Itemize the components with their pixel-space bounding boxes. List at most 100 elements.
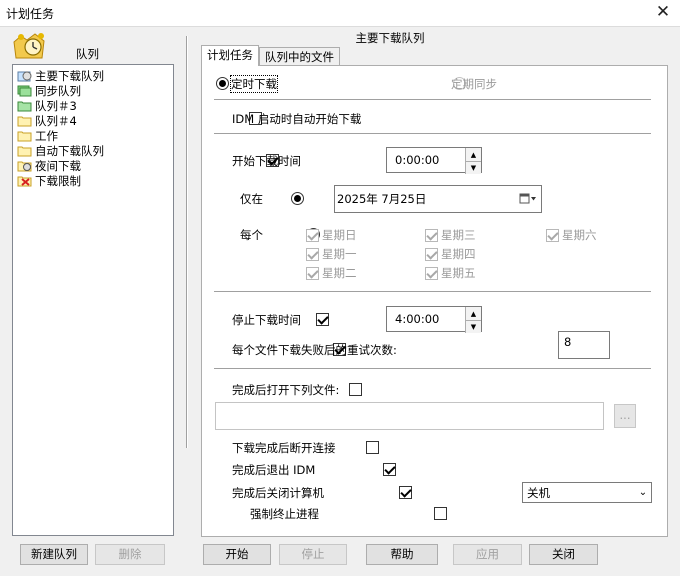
start-once-label: 定时下载 bbox=[230, 75, 278, 93]
start-once-radio[interactable] bbox=[216, 77, 229, 90]
folder-icon bbox=[17, 101, 32, 112]
divider bbox=[214, 368, 651, 369]
day-label: 星期六 bbox=[562, 228, 597, 242]
exit-idm-label: 完成后退出 IDM bbox=[232, 463, 316, 477]
date-picker[interactable]: 2025年 7月25日 bbox=[334, 185, 542, 213]
stop-time-field[interactable]: 4:00:00 ▲ ▼ bbox=[386, 306, 482, 333]
calendar-dropdown-icon[interactable] bbox=[519, 193, 537, 205]
day-label: 星期二 bbox=[322, 266, 357, 280]
queue-item-sync[interactable]: 同步队列 bbox=[17, 83, 81, 98]
queue-item-label: 夜间下载 bbox=[35, 158, 81, 173]
divider bbox=[214, 291, 651, 292]
day-checkbox[interactable] bbox=[306, 228, 319, 242]
day-sunday[interactable]: 星期日 bbox=[306, 227, 357, 243]
day-checkbox[interactable] bbox=[425, 228, 438, 242]
queue-clock-icon bbox=[13, 33, 45, 59]
force-terminate-checkbox[interactable] bbox=[433, 507, 447, 520]
queue-item-label: 同步队列 bbox=[35, 83, 81, 98]
only-on-label: 仅在 bbox=[240, 192, 263, 206]
start-time-label: 开始下载时间 bbox=[232, 154, 301, 168]
apply-button[interactable]: 应用 bbox=[453, 544, 522, 565]
exit-idm-checkbox[interactable] bbox=[382, 463, 396, 476]
day-checkbox[interactable] bbox=[306, 247, 319, 261]
queue-item-night[interactable]: 夜间下载 bbox=[17, 158, 81, 173]
start-time-field[interactable]: 0:00:00 ▲ ▼ bbox=[386, 147, 482, 174]
start-time-spinner[interactable]: ▲ ▼ bbox=[465, 148, 481, 174]
day-checkbox[interactable] bbox=[425, 247, 438, 261]
queue-item-main[interactable]: 主要下载队列 bbox=[17, 68, 104, 83]
folder-icon bbox=[17, 116, 32, 127]
day-label: 星期四 bbox=[441, 247, 476, 261]
day-saturday[interactable]: 星期六 bbox=[546, 227, 597, 243]
spin-down-icon[interactable]: ▼ bbox=[466, 161, 481, 174]
main-queue-icon bbox=[17, 71, 32, 82]
title-divider bbox=[0, 26, 680, 27]
folder-icon bbox=[17, 131, 32, 142]
shutdown-checkbox[interactable] bbox=[399, 486, 413, 499]
spin-up-icon[interactable]: ▲ bbox=[466, 307, 481, 320]
day-label: 星期三 bbox=[441, 228, 476, 242]
day-checkbox[interactable] bbox=[546, 228, 559, 242]
chevron-down-icon[interactable]: ⌄ bbox=[635, 487, 651, 498]
queue-item-4[interactable]: 队列＃4 bbox=[17, 113, 77, 128]
shutdown-label: 完成后关闭计算机 bbox=[232, 486, 324, 500]
day-friday[interactable]: 星期五 bbox=[425, 265, 476, 281]
retry-count-input[interactable]: 8 bbox=[558, 331, 610, 359]
stop-button[interactable]: 停止 bbox=[279, 544, 347, 565]
hangup-checkbox[interactable] bbox=[365, 441, 379, 454]
day-monday[interactable]: 星期一 bbox=[306, 246, 357, 262]
day-tuesday[interactable]: 星期二 bbox=[306, 265, 357, 281]
queue-tree[interactable]: 主要下载队列 同步队列 队列＃3 队列＃4 工作 自动下载队列 夜间下载 下载限… bbox=[12, 64, 174, 536]
queue-item-3[interactable]: 队列＃3 bbox=[17, 98, 77, 113]
stop-time-checkbox[interactable] bbox=[315, 313, 329, 326]
hangup-label: 下载完成后断开连接 bbox=[232, 441, 336, 455]
spin-up-icon[interactable]: ▲ bbox=[466, 148, 481, 161]
queue-item-label: 队列＃3 bbox=[35, 98, 77, 113]
close-button[interactable]: 关闭 bbox=[529, 544, 598, 565]
limit-icon bbox=[17, 176, 32, 187]
day-label: 星期五 bbox=[441, 266, 476, 280]
open-file-checkbox[interactable] bbox=[349, 383, 363, 396]
stop-time-value: 4:00:00 bbox=[395, 312, 440, 326]
new-queue-button[interactable]: 新建队列 bbox=[20, 544, 88, 565]
start-time-value: 0:00:00 bbox=[395, 153, 440, 167]
queue-title: 主要下载队列 bbox=[355, 31, 425, 45]
open-file-path-input[interactable] bbox=[215, 402, 604, 430]
close-icon[interactable]: ✕ bbox=[652, 2, 674, 22]
day-label: 星期一 bbox=[322, 247, 357, 261]
queue-item-label: 主要下载队列 bbox=[35, 68, 104, 83]
retry-count-value: 8 bbox=[564, 335, 572, 349]
day-wednesday[interactable]: 星期三 bbox=[425, 227, 476, 243]
divider bbox=[214, 99, 651, 100]
day-label: 星期日 bbox=[322, 228, 357, 242]
only-on-radio[interactable] bbox=[290, 192, 304, 205]
retry-label: 每个文件下载失败后的重试次数: bbox=[232, 343, 397, 357]
day-thursday[interactable]: 星期四 bbox=[425, 246, 476, 262]
queue-item-work[interactable]: 工作 bbox=[17, 128, 58, 143]
shutdown-type-select[interactable]: 关机 ⌄ bbox=[522, 482, 652, 503]
every-label: 每个 bbox=[240, 228, 263, 242]
queue-item-label: 下载限制 bbox=[35, 173, 81, 188]
force-terminate-label: 强制终止进程 bbox=[250, 507, 319, 521]
delete-queue-button[interactable]: 删除 bbox=[95, 544, 165, 565]
browse-button[interactable]: ... bbox=[614, 404, 636, 428]
periodic-sync-label: 定期同步 bbox=[451, 77, 497, 91]
tab-files-in-queue[interactable]: 队列中的文件 bbox=[259, 47, 340, 67]
day-checkbox[interactable] bbox=[425, 266, 438, 280]
stop-time-label: 停止下载时间 bbox=[232, 313, 301, 327]
day-checkbox[interactable] bbox=[306, 266, 319, 280]
tab-schedule[interactable]: 计划任务 bbox=[201, 45, 259, 66]
tab-label: 队列中的文件 bbox=[265, 50, 334, 64]
help-button[interactable]: 帮助 bbox=[366, 544, 438, 565]
spin-down-icon[interactable]: ▼ bbox=[466, 320, 481, 333]
stop-time-spinner[interactable]: ▲ ▼ bbox=[465, 307, 481, 333]
night-queue-icon bbox=[17, 161, 32, 172]
start-button[interactable]: 开始 bbox=[203, 544, 271, 565]
queue-item-label: 队列＃4 bbox=[35, 113, 77, 128]
queue-item-limit[interactable]: 下载限制 bbox=[17, 173, 81, 188]
date-value: 2025年 7月25日 bbox=[337, 192, 427, 206]
sync-queue-icon bbox=[17, 85, 32, 97]
divider bbox=[214, 133, 651, 134]
window-title: 计划任务 bbox=[6, 7, 55, 21]
queue-item-auto[interactable]: 自动下载队列 bbox=[17, 143, 104, 158]
